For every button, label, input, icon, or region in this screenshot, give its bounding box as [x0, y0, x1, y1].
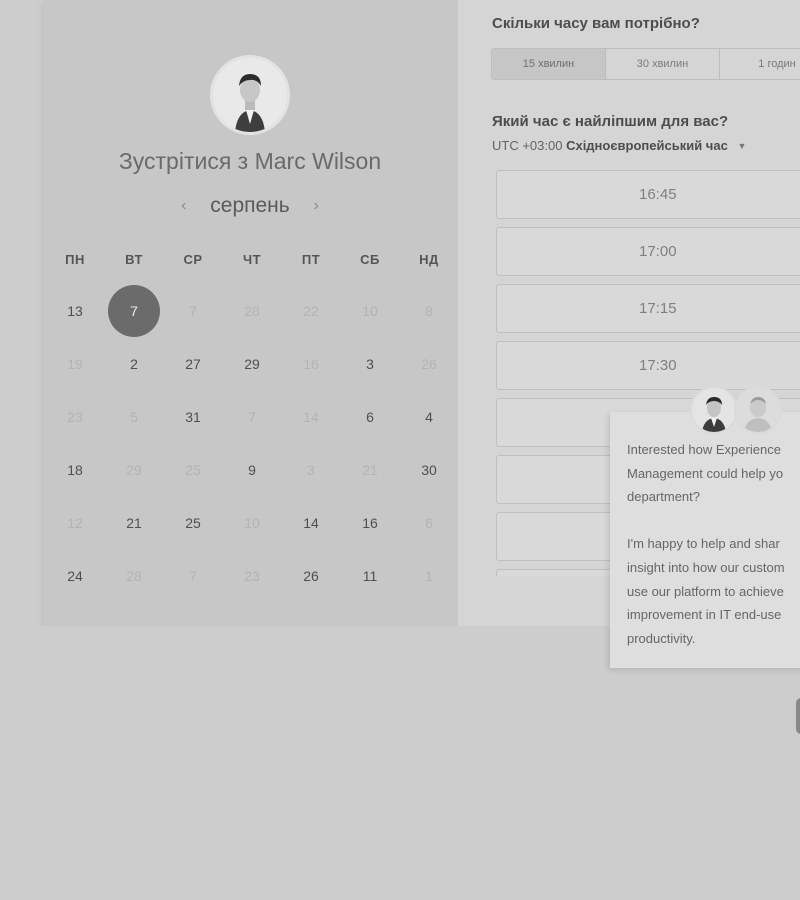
duration-selector: 15 хвилин 30 хвилин 1 годин: [491, 48, 800, 80]
chat-message-line: Management could help yo: [627, 465, 784, 481]
weekday-label: ПН: [65, 252, 85, 267]
calendar-day: 3: [307, 462, 315, 478]
calendar-day[interactable]: 31: [167, 391, 219, 443]
timezone-name: Східноєвропейський час: [566, 138, 728, 153]
chat-message-line: productivity.: [627, 630, 696, 646]
time-slot-button[interactable]: 16:45: [496, 170, 800, 219]
weekday-label: ВТ: [125, 252, 143, 267]
calendar-day: 28: [126, 568, 142, 584]
calendar-day: 10: [362, 303, 378, 319]
chat-message-line: Interested how Experience: [627, 442, 781, 457]
month-label: серпень: [210, 194, 290, 217]
calendar-day: 19: [67, 356, 83, 372]
calendar-day: 23: [67, 409, 83, 425]
calendar-day: 22: [303, 303, 319, 319]
calendar-day[interactable]: 16: [344, 497, 396, 549]
calendar-day: 10: [244, 515, 260, 531]
duration-option-15[interactable]: 15 хвилин: [492, 49, 606, 79]
agent-avatar-2: [734, 386, 782, 434]
weekday-label: ЧТ: [242, 252, 262, 267]
calendar-day: 29: [126, 462, 142, 478]
host-avatar: [210, 55, 290, 135]
calendar-day[interactable]: 6: [344, 391, 396, 443]
calendar-day[interactable]: 21: [108, 497, 160, 549]
chat-message-line: [627, 509, 800, 533]
calendar-day: 7: [248, 409, 256, 425]
time-question: Який час є найліпшим для вас?: [492, 113, 729, 130]
calendar-day[interactable]: 2: [108, 338, 160, 390]
calendar-day[interactable]: 24: [49, 550, 101, 602]
calendar-day: 8: [425, 303, 433, 319]
calendar-day: 14: [303, 409, 319, 425]
prev-month-button[interactable]: ‹: [163, 197, 204, 215]
calendar-day: 28: [244, 303, 260, 319]
duration-option-60[interactable]: 1 годин: [720, 49, 800, 79]
time-slot-button[interactable]: 17:30: [496, 341, 800, 390]
weekday-label: НД: [419, 252, 439, 267]
calendar-day: 25: [185, 462, 201, 478]
duration-question: Скільки часу вам потрібно?: [492, 15, 700, 32]
agent-avatar: [690, 386, 738, 434]
calendar-day[interactable]: 4: [403, 391, 455, 443]
calendar-day: 12: [67, 515, 83, 531]
chat-message-line: improvement in IT end-use: [627, 607, 782, 623]
chat-agents: [690, 386, 785, 436]
calendar-day[interactable]: 18: [49, 444, 101, 496]
timezone-selector[interactable]: UTC +03:00 Східноєвропейський час ▼: [492, 138, 746, 153]
chevron-down-icon: ▼: [737, 141, 747, 151]
weekday-label: СР: [183, 252, 203, 267]
calendar-day[interactable]: 14: [285, 497, 337, 549]
calendar-day[interactable]: 3: [344, 338, 396, 390]
calendar-day[interactable]: 9: [226, 444, 278, 496]
calendar-day[interactable]: 30: [403, 444, 455, 496]
calendar-day[interactable]: 25: [167, 497, 219, 549]
calendar-day: 6: [425, 515, 433, 531]
calendar-day[interactable]: 26: [285, 550, 337, 602]
calendar-day: 16: [303, 356, 319, 372]
duration-option-30[interactable]: 30 хвилин: [606, 49, 720, 79]
chat-launcher-button[interactable]: [796, 698, 800, 734]
time-slot-button[interactable]: 17:15: [496, 284, 800, 333]
calendar-day[interactable]: 11: [344, 550, 396, 602]
calendar-day: 21: [362, 462, 378, 478]
chat-message-line: department?: [627, 489, 700, 505]
chat-message-popup[interactable]: Interested how Experience Management coul…: [610, 412, 800, 668]
chat-message-line: use our platform to achieve: [627, 583, 784, 599]
calendar-day[interactable]: 27: [167, 338, 219, 390]
calendar-day: 7: [189, 568, 197, 584]
meeting-title: Зустрітися з Marc Wilson: [118, 148, 382, 174]
chat-message-line: I'm happy to help and shar: [627, 536, 780, 552]
month-navigator: ‹ серпень ›: [0, 194, 500, 218]
weekday-label: СБ: [360, 252, 380, 267]
timezone-offset: UTC +03:00: [492, 138, 563, 153]
calendar-day: 23: [244, 568, 260, 584]
calendar-day-selected[interactable]: 7: [108, 285, 160, 337]
next-month-button[interactable]: ›: [296, 197, 337, 215]
calendar-day[interactable]: 29: [226, 338, 278, 390]
chat-message-line: insight into how our custom: [627, 559, 785, 575]
calendar-day: 26: [421, 356, 437, 372]
calendar-day[interactable]: 13: [49, 285, 101, 337]
time-slot-button[interactable]: 17:00: [496, 227, 800, 276]
calendar-day: 5: [130, 409, 138, 425]
weekday-label: ПТ: [301, 252, 321, 267]
calendar-day: 1: [425, 568, 433, 584]
calendar-day: 7: [189, 303, 197, 319]
